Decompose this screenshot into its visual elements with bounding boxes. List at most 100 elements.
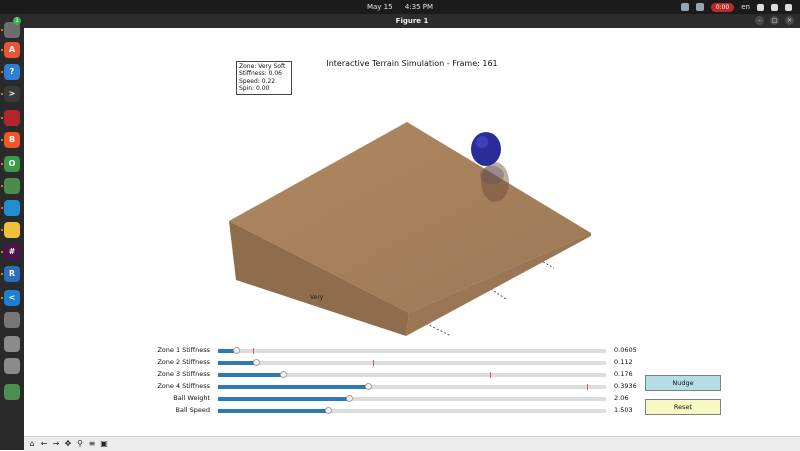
window-title-bar: Figure 1 – □ ×	[24, 14, 800, 28]
drive-icon[interactable]	[4, 358, 20, 374]
minimize-icon[interactable]: –	[755, 16, 764, 25]
running-indicator	[1, 29, 3, 31]
running-indicator	[1, 229, 3, 231]
slider-track[interactable]	[218, 383, 606, 390]
speed-text: Speed: 0.22	[239, 77, 276, 85]
slider-fill	[218, 385, 370, 389]
screen-recorder-icon[interactable]	[4, 110, 20, 126]
disk-icon[interactable]	[4, 336, 20, 352]
forward-icon[interactable]: →	[51, 439, 61, 449]
notes-icon[interactable]	[4, 222, 20, 238]
keyboard-language[interactable]: en	[741, 3, 750, 11]
slider-handle[interactable]	[345, 395, 353, 402]
running-indicator	[1, 49, 3, 51]
system-tray: 0:00 en	[680, 2, 792, 12]
spin-text: Spin: 0.00	[239, 85, 270, 93]
reset-button[interactable]: Reset	[645, 399, 721, 415]
slider-value: 2.06	[614, 394, 629, 402]
slider-handle[interactable]	[324, 407, 332, 414]
configure-icon[interactable]: ≡	[87, 439, 97, 449]
slider-initial-marker	[489, 372, 491, 378]
ball-reflection	[480, 166, 504, 184]
slider-row: Zone 2 Stiffness 0.112	[24, 357, 800, 369]
maximize-icon[interactable]: □	[770, 16, 779, 25]
slider-fill	[218, 409, 329, 413]
slider-track[interactable]	[218, 359, 606, 366]
slider-handle[interactable]	[365, 383, 373, 390]
tray-app-icon[interactable]	[680, 3, 689, 11]
matplotlib-toolbar: ⌂ ← → ✥ ⚲ ≡ ▣	[24, 436, 800, 451]
slider-label: Zone 3 Stiffness	[157, 370, 210, 378]
vscode-icon[interactable]: <	[4, 290, 20, 306]
running-indicator	[1, 185, 3, 187]
slider-label: Ball Speed	[175, 406, 211, 414]
settings-icon[interactable]	[4, 312, 20, 328]
slider-initial-marker	[252, 348, 254, 354]
slack-icon[interactable]: #	[4, 244, 20, 260]
running-indicator	[1, 297, 3, 299]
zone-axis-label: Very	[310, 294, 324, 301]
date-text: May 15	[366, 3, 393, 11]
network-icon[interactable]	[757, 3, 764, 11]
slider-fill	[218, 397, 350, 401]
slider-handle[interactable]	[279, 371, 287, 378]
recording-indicator[interactable]: 0:00	[710, 2, 735, 12]
back-icon[interactable]: ←	[39, 439, 49, 449]
slider-row: Zone 1 Stiffness 0.0605	[24, 345, 800, 357]
slider-handle[interactable]	[232, 347, 240, 354]
slider-initial-marker	[586, 384, 588, 390]
help-icon[interactable]: ?	[4, 64, 20, 80]
slider-label: Ball Weight	[173, 394, 210, 402]
running-indicator	[1, 163, 3, 165]
close-icon[interactable]: ×	[785, 16, 794, 25]
stiffness-text: Stiffness: 0.06	[239, 70, 282, 78]
brave-icon[interactable]: B	[4, 132, 20, 148]
slider-value: 0.176	[614, 370, 633, 378]
slider-track[interactable]	[218, 347, 606, 354]
slider-initial-marker	[373, 360, 375, 366]
ubuntu-logo-icon[interactable]	[4, 422, 20, 438]
trash-icon[interactable]	[4, 384, 20, 400]
terminal-icon[interactable]: >	[4, 86, 20, 102]
slider-value: 0.0605	[614, 346, 637, 354]
system-top-bar: May 15 4:35 PM 0:00 en	[0, 0, 800, 14]
slider-value: 1.503	[614, 406, 633, 414]
running-indicator	[1, 207, 3, 209]
slider-label: Zone 2 Stiffness	[157, 358, 210, 366]
nudge-button[interactable]: Nudge	[645, 375, 721, 391]
slider-handle[interactable]	[252, 359, 260, 366]
slider-fill	[218, 361, 257, 365]
zone-text: Zone: Very Soft	[239, 63, 286, 70]
slider-label: Zone 4 Stiffness	[157, 382, 210, 390]
dock: A? > B O # R <1	[0, 14, 24, 450]
running-indicator	[1, 93, 3, 95]
save-icon[interactable]: ▣	[99, 439, 109, 449]
zone-info-box: Zone: Very Soft Stiffness: 0.06 Speed: 0…	[236, 61, 292, 95]
app-store-icon[interactable]: A	[4, 42, 20, 58]
slider-track[interactable]	[218, 395, 606, 402]
ball	[471, 132, 501, 166]
slider-label: Zone 1 Stiffness	[157, 346, 210, 354]
power-icon[interactable]	[785, 3, 792, 11]
window-title: Figure 1	[395, 17, 429, 25]
chrome-icon[interactable]: O	[4, 156, 20, 172]
slider-fill	[218, 373, 284, 377]
remote-desktop-icon[interactable]	[4, 200, 20, 216]
zoom-icon[interactable]: ⚲	[75, 439, 85, 449]
plot-title: Interactive Terrain Simulation - Frame: …	[326, 59, 498, 68]
package-manager-icon[interactable]	[4, 178, 20, 194]
running-indicator	[1, 273, 3, 275]
tray-camera-icon[interactable]	[695, 3, 704, 11]
slider-value: 0.3936	[614, 382, 637, 390]
time-text: 4:35 PM	[404, 3, 434, 11]
home-icon[interactable]: ⌂	[27, 439, 37, 449]
running-indicator	[1, 139, 3, 141]
slider-track[interactable]	[218, 407, 606, 414]
slider-track[interactable]	[218, 371, 606, 378]
remmina-icon[interactable]: R	[4, 266, 20, 282]
running-indicator	[1, 117, 3, 119]
figure-canvas: Very Interactive Terrain Simulation - Fr…	[24, 28, 800, 436]
running-indicator	[1, 251, 3, 253]
pan-icon[interactable]: ✥	[63, 439, 73, 449]
volume-icon[interactable]	[771, 3, 778, 11]
